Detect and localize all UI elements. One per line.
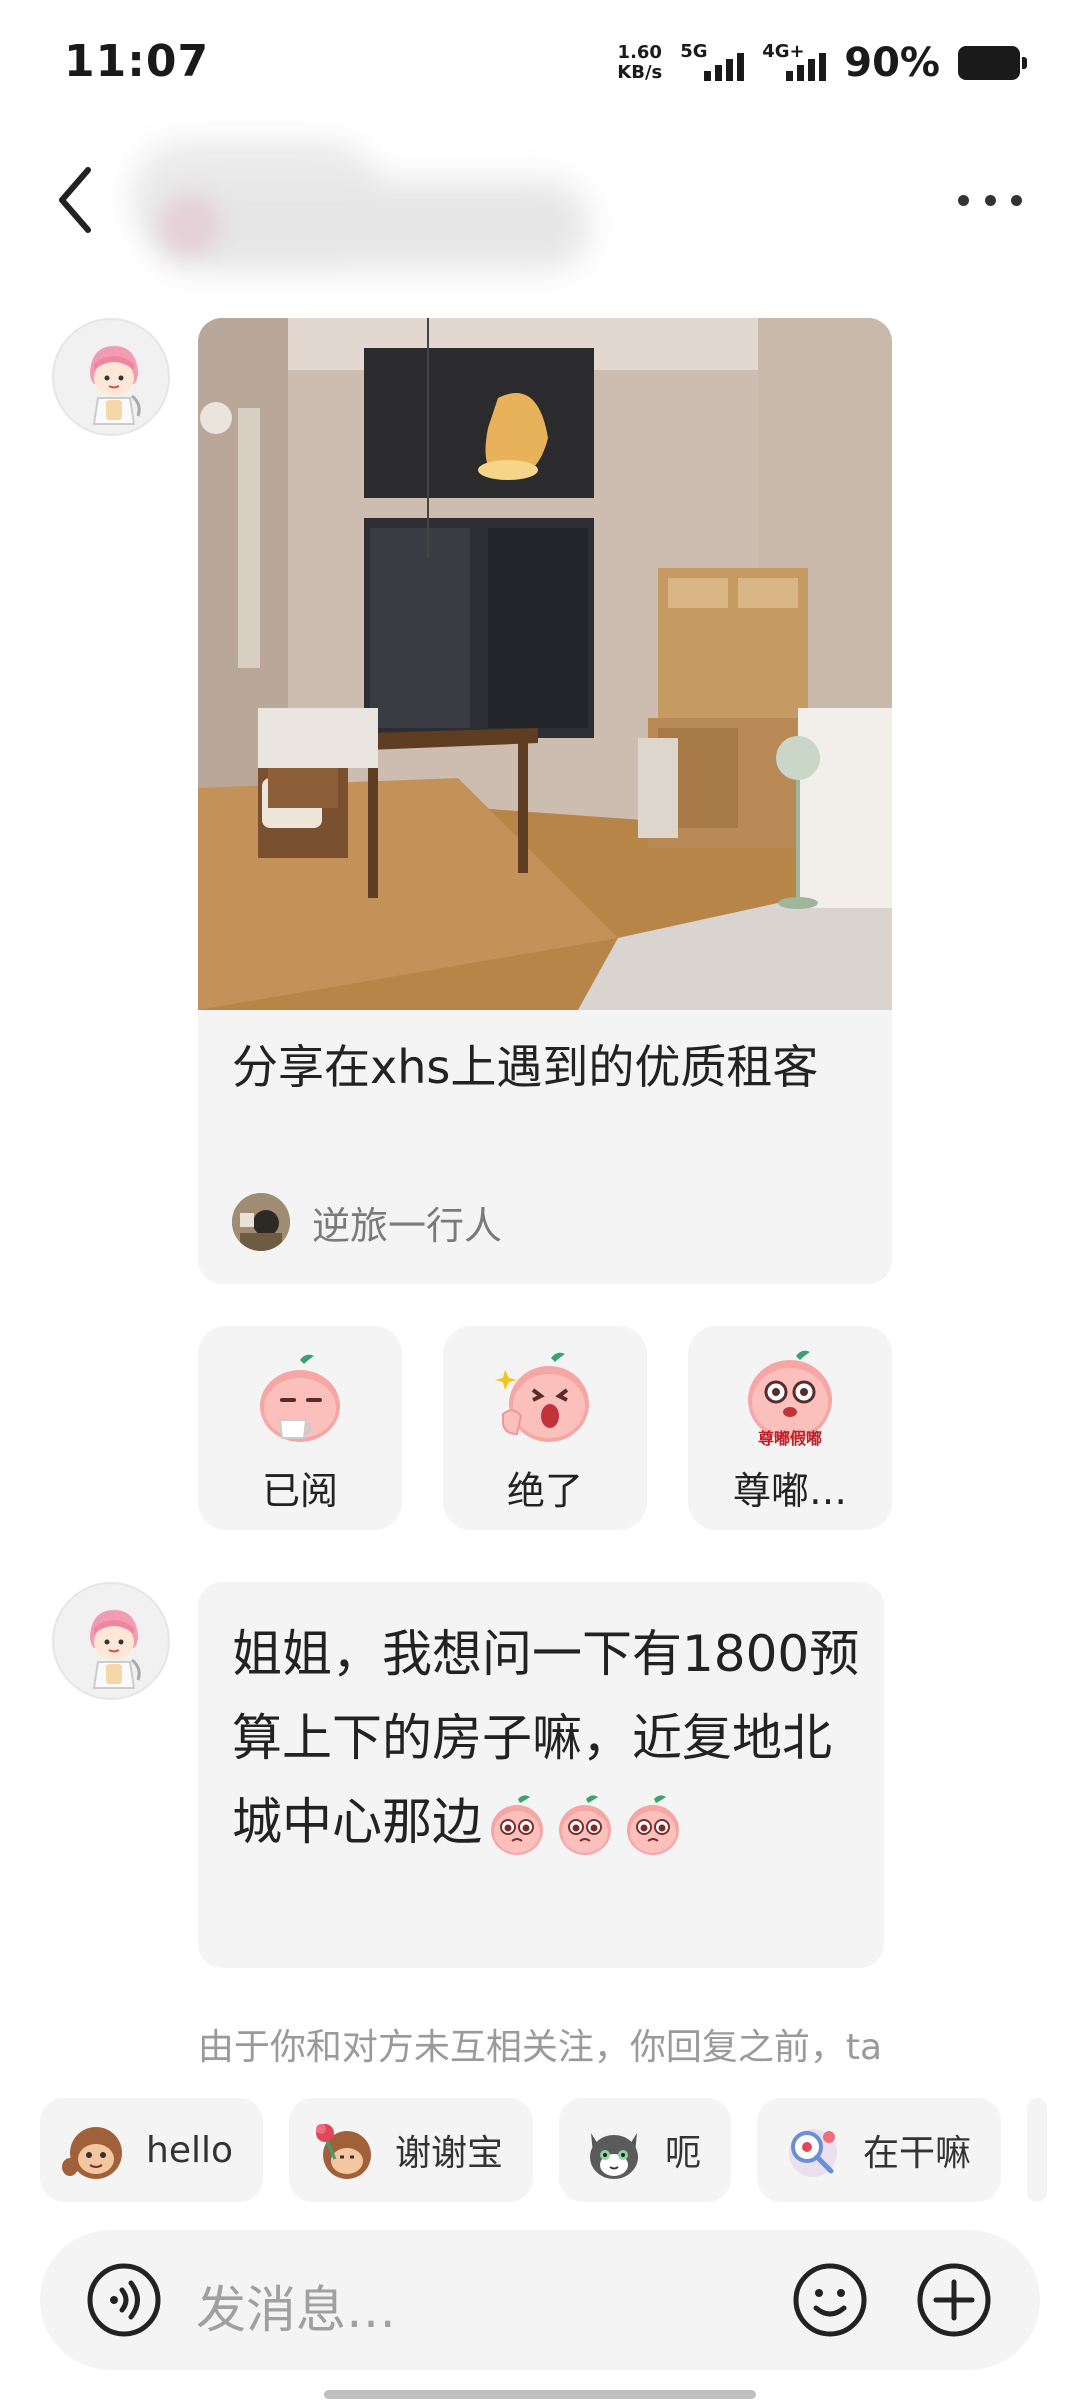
message-bubble[interactable]: 姐姐，我想问一下有1800预算上下的房子嘛，近复地北城中心那边 (198, 1582, 884, 1968)
peach-pleading-emoji-icon (491, 1794, 543, 1855)
monkey-flower-icon (316, 2124, 371, 2179)
network-speed-value: 1.60 (617, 42, 662, 63)
magnifier-character-icon (789, 2129, 838, 2177)
status-indicators: 1.60 KB/s 5G 4G+ 90% (617, 38, 1027, 88)
quick-reply-thanks-label: 谢谢宝 (395, 2133, 504, 2174)
reaction-read-label: 已阅 (261, 1469, 338, 1513)
cat-icon (590, 2133, 639, 2179)
monkey-wave-icon (62, 2127, 122, 2179)
reaction-really-label: 尊嘟… (732, 1469, 847, 1513)
battery-percent: 90% (844, 40, 940, 86)
peach-pleading-emoji-icon (627, 1794, 679, 1855)
reaction-awesome-sticker[interactable]: 绝了 (443, 1326, 647, 1530)
reaction-really-sticker[interactable]: 尊嘟假嘟 尊嘟… (688, 1326, 892, 1530)
note-author[interactable]: 逆旅一行人 (232, 1192, 502, 1252)
home-indicator[interactable] (324, 2390, 756, 2399)
peach-pleading-emoji-icon (559, 1794, 611, 1855)
quick-reply-uh[interactable]: 呃 (559, 2098, 732, 2202)
status-bar: 11:07 1.60 KB/s 5G 4G+ 90% (0, 0, 1080, 120)
chat-header (0, 120, 1080, 270)
message-input[interactable]: 发消息… (196, 2270, 396, 2342)
message-input-bar: 发消息… (40, 2230, 1040, 2370)
author-avatar (232, 1193, 290, 1251)
quick-reply-what-doing-label: 在干嘛 (863, 2133, 972, 2174)
peach-amazed-sticker-icon (495, 1352, 589, 1442)
more-dots-icon[interactable] (958, 190, 1022, 210)
plus-circle-icon[interactable] (916, 2262, 992, 2338)
quick-reply-thanks[interactable]: 谢谢宝 (289, 2098, 534, 2202)
note-title: 分享在xhs上遇到的优质租客 (232, 1040, 819, 1094)
peach-reading-sticker-icon (260, 1354, 340, 1442)
signal-4g-icon: 4G+ (762, 41, 827, 85)
reaction-awesome-label: 绝了 (506, 1469, 583, 1513)
blurred-contact-info[interactable] (130, 140, 600, 280)
network-speed-unit: KB/s (617, 62, 663, 83)
message-text-block: 姐姐，我想问一下有1800预算上下的房子嘛，近复地北城中心那边 (232, 1612, 862, 1864)
quick-reply-what-doing[interactable]: 在干嘛 (757, 2098, 1002, 2202)
quick-reply-hello-label: hello (146, 2129, 233, 2171)
sticker-caption: 尊嘟假嘟 (758, 1429, 822, 1448)
signal-5g-icon: 5G (680, 41, 745, 85)
reaction-sticker-row: 已阅 绝了 尊嘟假嘟 尊嘟… (198, 1326, 892, 1530)
status-time: 11:07 (64, 36, 210, 87)
follow-notice: 由于你和对方未互相关注，你回复之前，ta (197, 2027, 883, 2068)
pleading-emoji-row (486, 1794, 684, 1857)
pink-hair-girl-avatar-icon (90, 346, 141, 425)
pink-hair-girl-avatar-icon (90, 1610, 141, 1689)
reaction-read-sticker[interactable]: 已阅 (198, 1326, 402, 1530)
quick-reply-hello[interactable]: hello (40, 2098, 263, 2202)
shared-note-card[interactable]: 分享在xhs上遇到的优质租客 逆旅一行人 (198, 318, 892, 1284)
quick-reply-bar: hello 谢谢宝 呃 在干嘛 (40, 2098, 1080, 2202)
quick-reply-overflow[interactable] (1027, 2098, 1048, 2202)
battery-icon (958, 46, 1027, 80)
author-name: 逆旅一行人 (312, 1203, 503, 1248)
voice-icon[interactable] (86, 2262, 162, 2338)
note-cover-photo (198, 318, 892, 1010)
peach-shocked-sticker-icon: 尊嘟假嘟 (748, 1350, 832, 1448)
smiley-icon[interactable] (792, 2262, 868, 2338)
quick-reply-uh-label: 呃 (665, 2133, 702, 2174)
sender-avatar-2[interactable] (52, 1582, 170, 1700)
sender-avatar[interactable] (52, 318, 170, 436)
chevron-left-icon[interactable] (52, 160, 102, 240)
network-speed: 1.60 KB/s (617, 43, 662, 83)
